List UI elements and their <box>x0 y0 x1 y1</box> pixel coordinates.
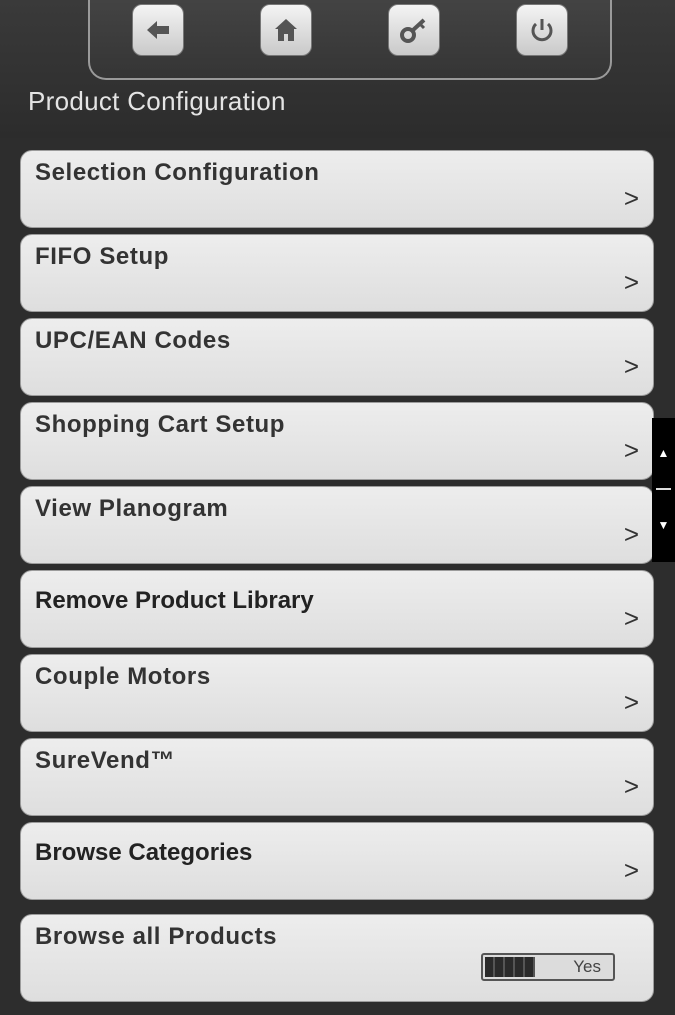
menu-item-fifo-setup[interactable]: FIFO Setup > <box>20 234 654 312</box>
menu-item-remove-product-library[interactable]: Remove Product Library > <box>20 570 654 648</box>
chevron-right-icon: > <box>623 267 639 297</box>
menu-item-label: Browse Categories <box>35 839 253 866</box>
scroll-widget[interactable]: ▲ ▼ <box>652 418 675 562</box>
chevron-right-icon: > <box>623 183 639 213</box>
nav-bar <box>88 0 612 80</box>
menu-item-label: FIFO Setup <box>35 243 169 270</box>
menu-item-surevend[interactable]: SureVend™ > <box>20 738 654 816</box>
chevron-right-icon: > <box>623 855 639 885</box>
key-icon <box>400 18 426 43</box>
browse-all-products-toggle[interactable]: Yes <box>481 953 615 981</box>
toggle-knob <box>485 957 535 977</box>
menu-item-upc-ean-codes[interactable]: UPC/EAN Codes > <box>20 318 654 396</box>
menu-item-couple-motors[interactable]: Couple Motors > <box>20 654 654 732</box>
menu-item-label: SureVend™ <box>35 747 176 774</box>
chevron-right-icon: > <box>623 435 639 465</box>
power-button[interactable] <box>516 4 568 56</box>
toggle-value: Yes <box>573 957 601 976</box>
back-arrow-icon <box>147 21 169 39</box>
menu-item-browse-categories[interactable]: Browse Categories > <box>20 822 654 900</box>
chevron-right-icon: > <box>623 687 639 717</box>
menu-item-selection-configuration[interactable]: Selection Configuration > <box>20 150 654 228</box>
back-button[interactable] <box>132 4 184 56</box>
chevron-right-icon: > <box>623 603 639 633</box>
menu-item-browse-all-products: Browse all Products Yes <box>20 914 654 1002</box>
page-title: Product Configuration <box>28 86 286 116</box>
header: Product Configuration <box>0 0 675 138</box>
scroll-up-icon[interactable]: ▲ <box>652 438 675 468</box>
menu-item-label: Couple Motors <box>35 663 211 690</box>
chevron-right-icon: > <box>623 351 639 381</box>
chevron-right-icon: > <box>623 519 639 549</box>
menu-item-label: Selection Configuration <box>35 159 320 186</box>
scroll-thumb[interactable] <box>656 488 671 490</box>
chevron-right-icon: > <box>623 771 639 801</box>
menu-item-label: UPC/EAN Codes <box>35 327 231 354</box>
power-icon <box>531 19 553 42</box>
menu-item-view-planogram[interactable]: View Planogram > <box>20 486 654 564</box>
scroll-down-icon[interactable]: ▼ <box>652 510 675 540</box>
menu-item-label: View Planogram <box>35 495 229 522</box>
key-button[interactable] <box>388 4 440 56</box>
screen: Product Configuration Selection Configur… <box>0 0 675 1015</box>
menu-item-label: Browse all Products <box>35 923 278 950</box>
menu-item-label: Remove Product Library <box>35 587 314 614</box>
menu-item-shopping-cart-setup[interactable]: Shopping Cart Setup > <box>20 402 654 480</box>
home-icon <box>275 19 297 41</box>
home-button[interactable] <box>260 4 312 56</box>
menu-item-label: Shopping Cart Setup <box>35 411 286 438</box>
